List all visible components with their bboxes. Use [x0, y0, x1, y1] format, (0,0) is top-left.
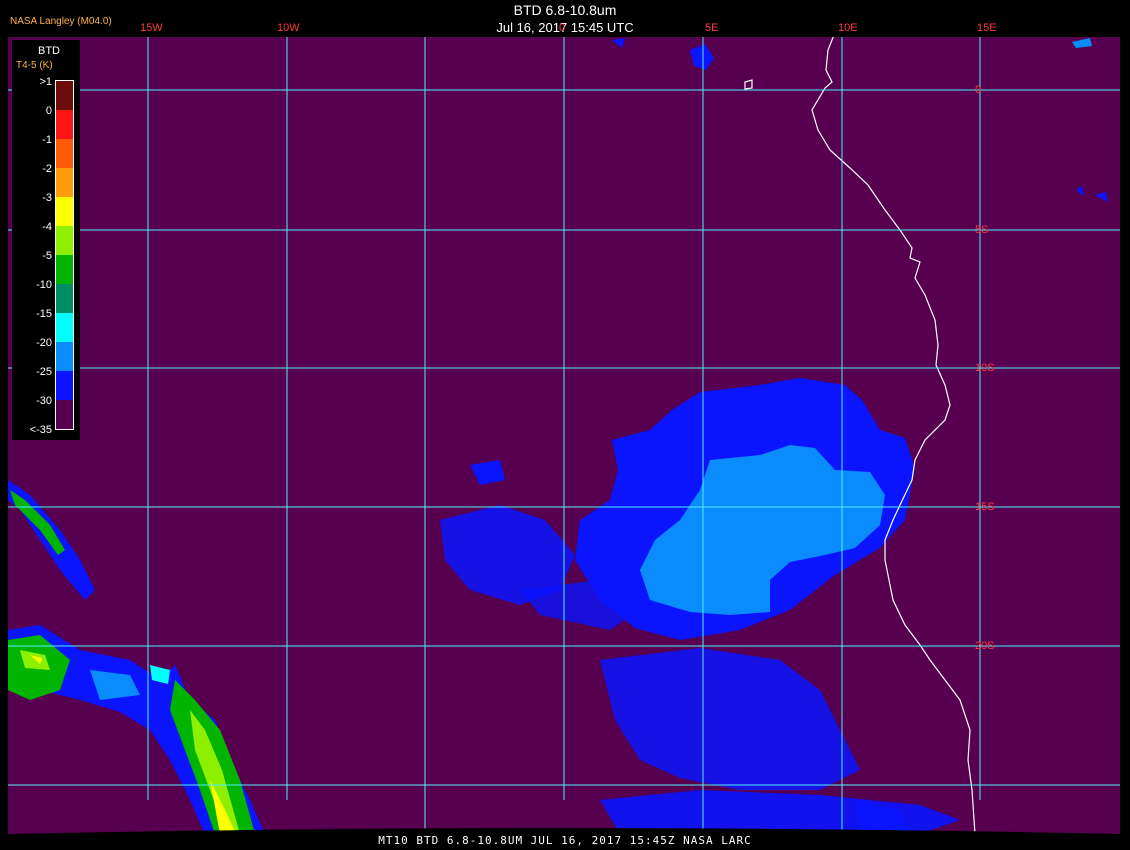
- legend-label: -5: [42, 250, 52, 262]
- legend-swatch: [56, 400, 73, 429]
- source-label: NASA Langley (M04.0): [10, 16, 112, 27]
- legend-swatch: [56, 313, 73, 342]
- legend-swatch: [56, 284, 73, 313]
- lat-label-20s: 20S: [975, 640, 995, 652]
- lat-label-15s: 15S: [975, 501, 995, 513]
- legend-label: -3: [42, 192, 52, 204]
- legend-color-bar: [55, 80, 74, 430]
- footer-caption: MT10 BTD 6.8-10.8UM JUL 16, 2017 15:45Z …: [378, 834, 752, 847]
- legend-swatch: [56, 342, 73, 371]
- legend-label: -15: [36, 308, 52, 320]
- legend-label: -20: [36, 337, 52, 349]
- legend-label: -1: [42, 134, 52, 146]
- legend-label: 0: [45, 105, 52, 117]
- lat-label-5s: 5S: [975, 224, 989, 236]
- legend-label: -2: [42, 163, 52, 175]
- lon-label-15w: 15W: [140, 22, 163, 34]
- lat-label-0: 0: [975, 84, 982, 96]
- legend-swatch: [56, 110, 73, 139]
- legend-swatch: [56, 197, 73, 226]
- legend-swatch: [56, 226, 73, 255]
- legend-swatch: [56, 168, 73, 197]
- legend-swatch: [56, 371, 73, 400]
- legend-label: >1: [39, 76, 52, 88]
- legend-label: -25: [36, 366, 52, 378]
- legend-label: -30: [36, 395, 52, 407]
- legend-swatch: [56, 81, 73, 110]
- legend-swatch: [56, 255, 73, 284]
- lon-label-15e: 15E: [977, 22, 997, 34]
- legend-title: BTD: [38, 45, 60, 57]
- lon-label-10w: 10W: [277, 22, 300, 34]
- satellite-map: [0, 0, 1130, 850]
- legend-label: -4: [42, 221, 52, 233]
- legend-label: -10: [36, 279, 52, 291]
- lat-label-10s: 10S: [975, 362, 995, 374]
- lon-label-5e: 5E: [705, 22, 719, 34]
- legend-label: <-35: [29, 424, 52, 436]
- map-title: BTD 6.8-10.8um: [513, 2, 617, 18]
- legend-swatch: [56, 139, 73, 168]
- lon-label-0: 0: [559, 22, 566, 34]
- lon-label-10e: 10E: [838, 22, 858, 34]
- legend-units: T4-5 (K): [16, 60, 53, 71]
